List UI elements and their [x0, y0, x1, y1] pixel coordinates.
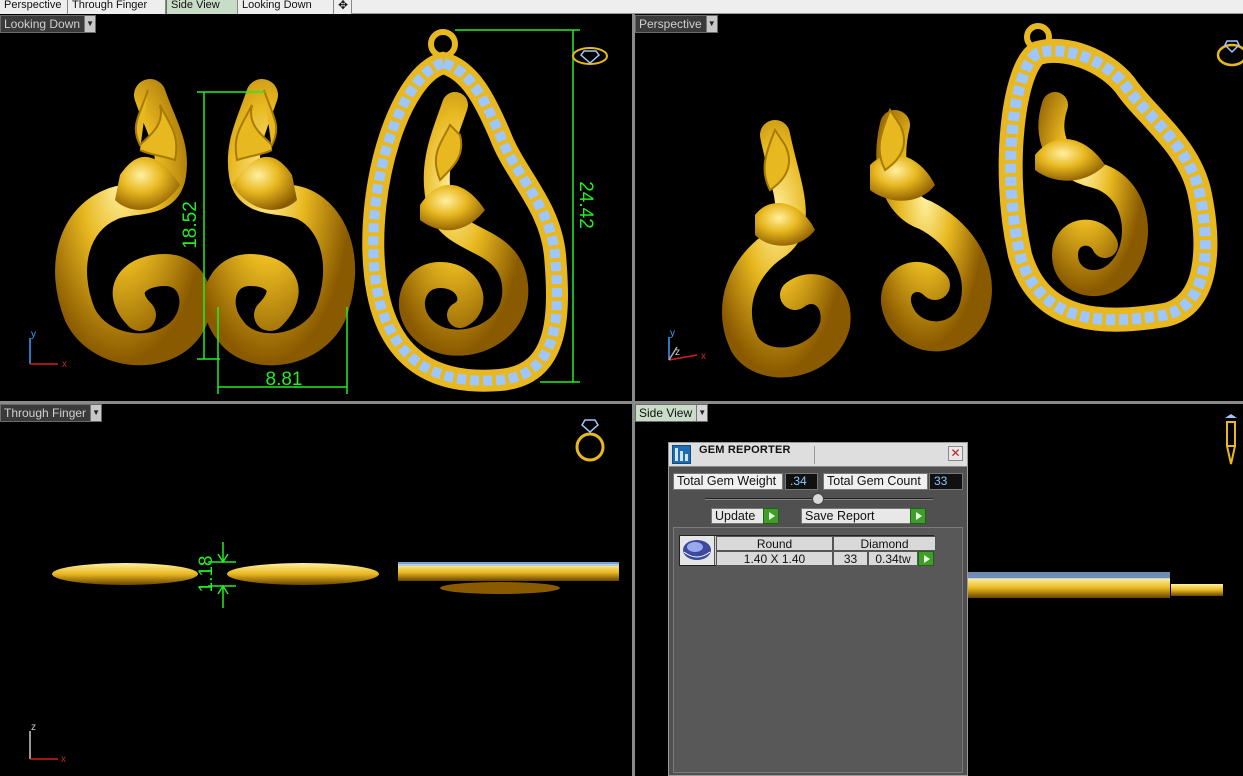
svg-text:z: z: [675, 347, 680, 358]
serpent-pendant: [362, 29, 568, 392]
gem-orientation-icon[interactable]: [572, 47, 608, 65]
gem-weight-cell: 0.34tw: [868, 551, 918, 566]
axis-gizmo-xz: z x: [29, 722, 66, 765]
svg-text:x: x: [62, 359, 67, 370]
gem-list: Round Diamond 1.40 X 1.40 33 0.34tw: [673, 527, 963, 773]
viewport-label-through-finger[interactable]: Through Finger ▼: [0, 404, 103, 422]
gem-shape-cell: Round: [716, 536, 833, 551]
viewport-label-side-view[interactable]: Side View ▼: [635, 404, 709, 422]
svg-text:x: x: [701, 351, 706, 362]
viewport-perspective[interactable]: y z x Perspective ▼: [635, 15, 1243, 401]
gem-reporter-panel: GEM REPORTER ✕ Total Gem Weight .34 Tota…: [668, 442, 968, 776]
left-serpent-earring: [55, 79, 212, 366]
dimension-width: 8.81: [266, 369, 303, 390]
axis-gizmo-xy: y x: [29, 329, 67, 370]
viewport-through-finger[interactable]: 1.18 z x Through Finger ▼: [0, 404, 632, 776]
chevron-down-icon[interactable]: ▼: [705, 16, 717, 32]
tab-perspective[interactable]: Perspective: [0, 0, 68, 14]
gem-row-go-icon[interactable]: [918, 551, 934, 566]
perspective-scene: y z x: [668, 23, 1243, 378]
perspective-pendant: [998, 23, 1218, 332]
total-gem-weight-label: Total Gem Weight: [673, 473, 783, 490]
update-button[interactable]: Update: [711, 508, 779, 524]
svg-text:x: x: [61, 754, 66, 765]
svg-text:y: y: [31, 329, 36, 340]
gem-type-cell: Diamond: [833, 536, 936, 551]
axis-gizmo-xyz: y z x: [668, 328, 706, 362]
total-gem-count-label: Total Gem Count: [823, 473, 928, 490]
ring-finger-icon[interactable]: [575, 419, 605, 462]
perspective-left-earring: [722, 120, 851, 378]
svg-text:y: y: [670, 328, 675, 339]
tab-side-view[interactable]: Side View: [166, 0, 238, 14]
gem-count-cell: 33: [833, 551, 868, 566]
side-view-arrow-icon[interactable]: [1225, 414, 1237, 465]
looking-down-scene: 18.52 8.81 24.42 y x: [29, 29, 608, 394]
middle-serpent-earring: [203, 79, 356, 366]
dimension-height-left: 18.52: [180, 201, 201, 249]
viewport-label-perspective[interactable]: Perspective ▼: [635, 15, 718, 33]
play-arrow-icon[interactable]: [763, 508, 779, 524]
save-report-button[interactable]: Save Report: [801, 508, 926, 524]
perspective-ring-icon[interactable]: [1216, 40, 1243, 67]
add-tab-icon[interactable]: ✥: [334, 0, 352, 14]
side-profile-pendant: [398, 562, 619, 594]
side-view-pendant: [965, 572, 1223, 598]
side-profile-middle-earring: [227, 563, 379, 585]
chevron-down-icon[interactable]: ▼: [90, 405, 102, 421]
through-finger-scene: 1.18 z x: [29, 419, 619, 765]
play-arrow-icon[interactable]: [910, 508, 926, 524]
dimension-height-pendant: 24.42: [575, 181, 596, 229]
gem-reporter-titlebar[interactable]: GEM REPORTER ✕: [669, 443, 967, 467]
gem-size-slider-handle[interactable]: [812, 493, 824, 505]
gem-size-cell: 1.40 X 1.40: [716, 551, 833, 566]
gem-reporter-logo-icon: [672, 445, 691, 464]
dimension-thickness: 1.18: [196, 556, 217, 593]
gem-list-row[interactable]: Round Diamond 1.40 X 1.40 33 0.34tw: [679, 535, 936, 566]
viewport-looking-down[interactable]: 18.52 8.81 24.42 y x Looking Down ▼: [0, 15, 632, 401]
total-gem-weight-value: .34: [785, 473, 818, 490]
svg-text:z: z: [31, 722, 36, 733]
perspective-middle-earring: [870, 107, 992, 352]
round-gem-icon: [680, 536, 715, 565]
chevron-down-icon[interactable]: ▼: [84, 16, 96, 32]
close-icon[interactable]: ✕: [948, 446, 963, 461]
side-profile-left-earring: [52, 563, 198, 585]
viewport-label-looking-down[interactable]: Looking Down ▼: [0, 15, 97, 33]
chevron-down-icon[interactable]: ▼: [696, 405, 708, 421]
total-gem-count-value: 33: [929, 473, 963, 490]
view-tab-strip: Perspective Through Finger Side View Loo…: [0, 0, 1243, 14]
tab-through-finger[interactable]: Through Finger: [68, 0, 166, 14]
gem-reporter-title: GEM REPORTER: [699, 444, 791, 456]
tab-looking-down[interactable]: Looking Down: [238, 0, 334, 14]
